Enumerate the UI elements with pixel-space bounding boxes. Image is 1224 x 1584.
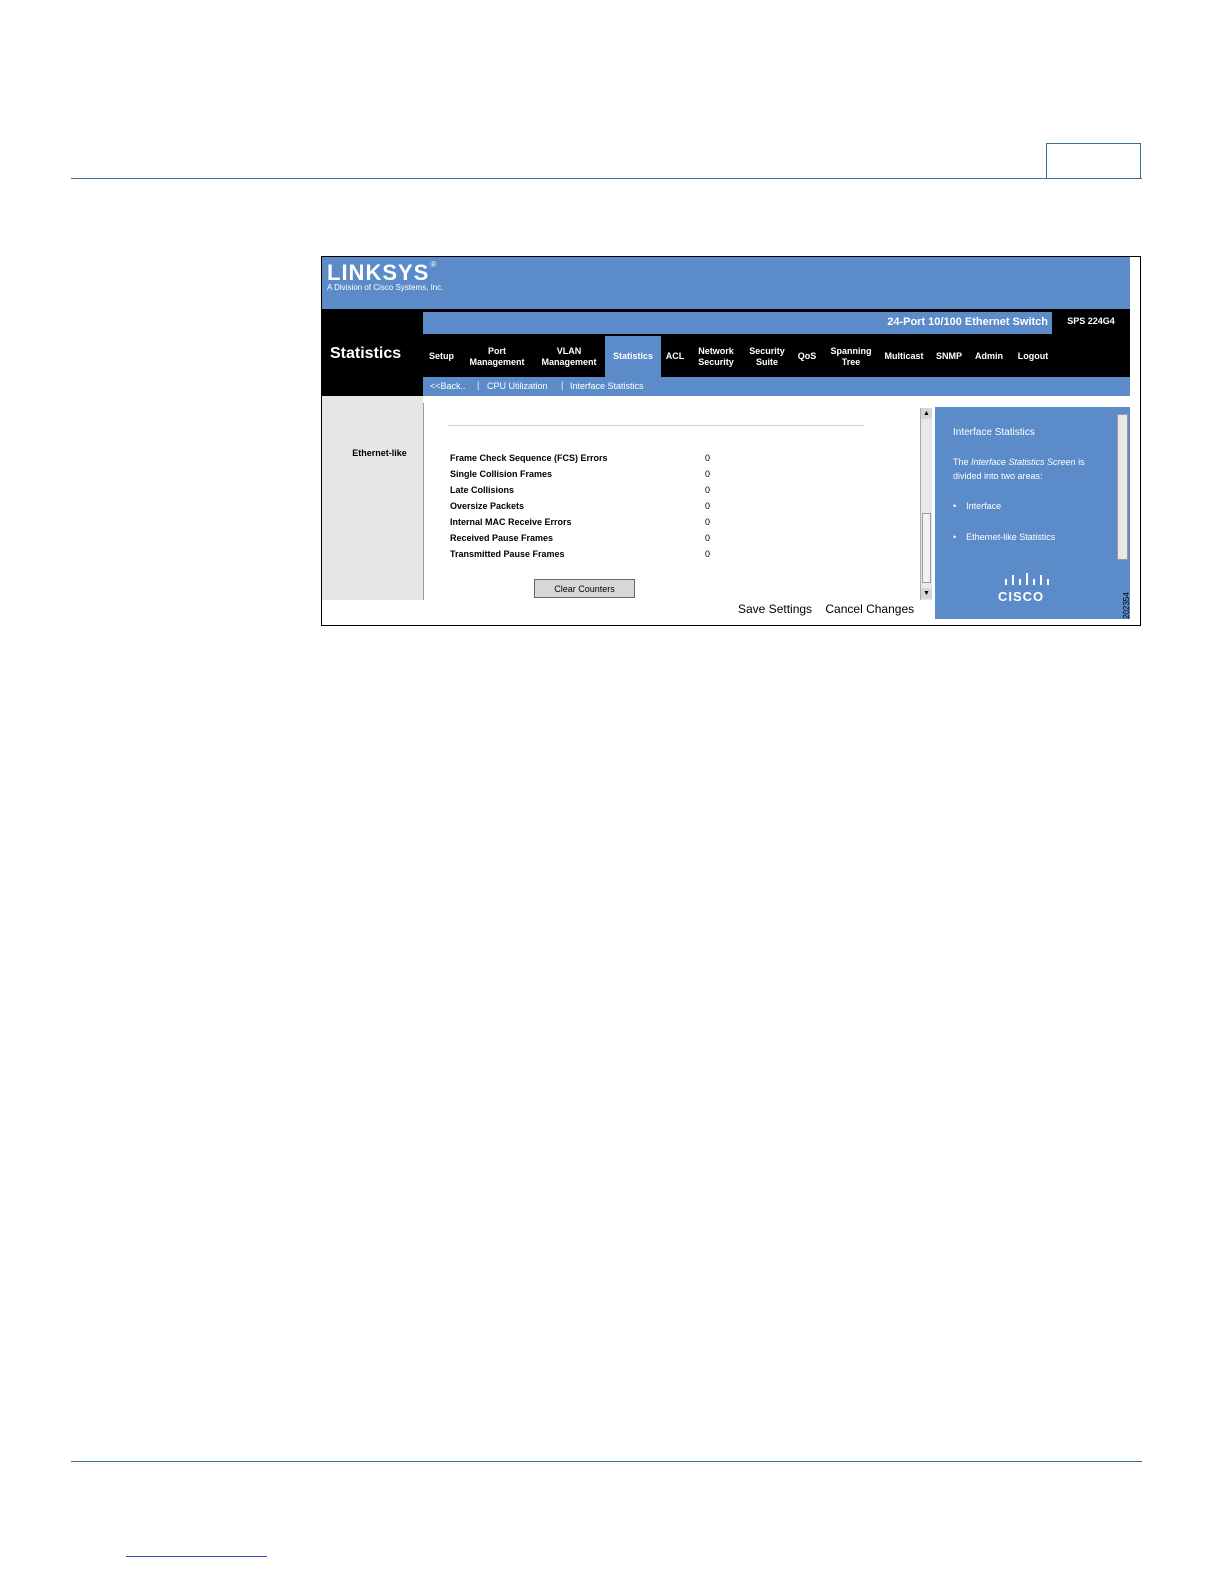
nav-qos[interactable]: QoS: [791, 336, 823, 377]
nav-network-security[interactable]: Network Security: [689, 336, 743, 377]
header-rule: [71, 178, 1142, 179]
subnav-back-link[interactable]: <<Back..: [430, 381, 466, 391]
help-bullet-ethernet-like: • Ethernet-like Statistics: [953, 532, 1056, 542]
cisco-wordmark: CISCO: [998, 589, 1045, 604]
sub-nav: <<Back.. | CPU Utilization | Interface S…: [423, 377, 1130, 396]
nav-admin[interactable]: Admin: [969, 336, 1009, 377]
bullet-icon: •: [953, 532, 957, 542]
scroll-down-icon[interactable]: ▼: [921, 588, 932, 599]
subnav-cpu-utilization-link[interactable]: CPU Utilization: [487, 381, 548, 391]
main-nav: Setup Port Management VLAN Management St…: [423, 336, 1130, 377]
nav-port-management[interactable]: Port Management: [461, 336, 533, 377]
save-settings-button[interactable]: Save Settings: [738, 602, 812, 616]
content-divider: [448, 425, 864, 426]
section-label-ethernet-like: Ethernet-like: [352, 448, 407, 458]
product-name: 24-Port 10/100 Ethernet Switch: [887, 316, 1048, 328]
content-scrollbar[interactable]: ▲ ▼: [920, 408, 932, 600]
stat-label-single-collision: Single Collision Frames: [450, 469, 553, 479]
form-actions: Save Settings Cancel Changes: [738, 602, 924, 616]
stat-value-received-pause: 0: [705, 533, 711, 543]
scroll-up-icon[interactable]: ▲: [921, 408, 932, 419]
nav-spanning-tree[interactable]: Spanning Tree: [823, 336, 879, 377]
help-scrollbar[interactable]: [1117, 414, 1128, 560]
stat-value-single-collision: 0: [705, 469, 711, 479]
nav-vlan-management[interactable]: VLAN Management: [533, 336, 605, 377]
screenshot-figure: LINKSYS® A Division of Cisco Systems, In…: [321, 256, 1141, 626]
nav-snmp[interactable]: SNMP: [929, 336, 969, 377]
help-body: The Interface Statistics Screen is divid…: [953, 457, 1085, 481]
cisco-logo-icon: [1005, 573, 1049, 585]
cancel-changes-button[interactable]: Cancel Changes: [825, 602, 914, 616]
help-panel: [935, 407, 1130, 619]
stat-label-mac-receive-errors: Internal MAC Receive Errors: [450, 517, 572, 527]
scroll-thumb[interactable]: [922, 513, 931, 583]
nav-acl[interactable]: ACL: [661, 336, 689, 377]
nav-setup[interactable]: Setup: [423, 336, 460, 377]
stat-label-transmitted-pause: Transmitted Pause Frames: [450, 549, 565, 559]
stat-label-late-collisions: Late Collisions: [450, 485, 515, 495]
footer-link-underline: [126, 1556, 267, 1557]
stat-value-late-collisions: 0: [705, 485, 711, 495]
stat-value-oversize-packets: 0: [705, 501, 711, 511]
subnav-separator: |: [561, 380, 564, 390]
model-number: SPS 224G4: [1067, 316, 1115, 326]
left-sidebar: [322, 396, 423, 600]
subnav-separator: |: [477, 380, 480, 390]
clear-counters-button[interactable]: Clear Counters: [534, 579, 635, 598]
nav-logout[interactable]: Logout: [1009, 336, 1057, 377]
bullet-icon: •: [953, 501, 957, 511]
help-title: Interface Statistics: [953, 427, 1035, 438]
stat-value-mac-receive-errors: 0: [705, 517, 711, 527]
page-title: Statistics: [330, 345, 402, 362]
figure-number: 202354: [1122, 592, 1131, 619]
logo-subtitle: A Division of Cisco Systems, Inc.: [327, 283, 444, 292]
stat-value-fcs-errors: 0: [705, 453, 711, 463]
stat-value-transmitted-pause: 0: [705, 549, 711, 559]
stat-label-received-pause: Received Pause Frames: [450, 533, 554, 543]
nav-statistics[interactable]: Statistics: [605, 336, 661, 377]
nav-security-suite[interactable]: Security Suite: [743, 336, 791, 377]
subnav-interface-statistics-link[interactable]: Interface Statistics: [570, 381, 644, 391]
stat-label-oversize-packets: Oversize Packets: [450, 501, 525, 511]
footer-rule: [71, 1461, 1142, 1462]
chapter-tab-box: [1046, 143, 1141, 178]
stat-label-fcs-errors: Frame Check Sequence (FCS) Errors: [450, 453, 608, 463]
help-bullet-interface: • Interface: [953, 501, 1002, 511]
nav-multicast[interactable]: Multicast: [879, 336, 929, 377]
